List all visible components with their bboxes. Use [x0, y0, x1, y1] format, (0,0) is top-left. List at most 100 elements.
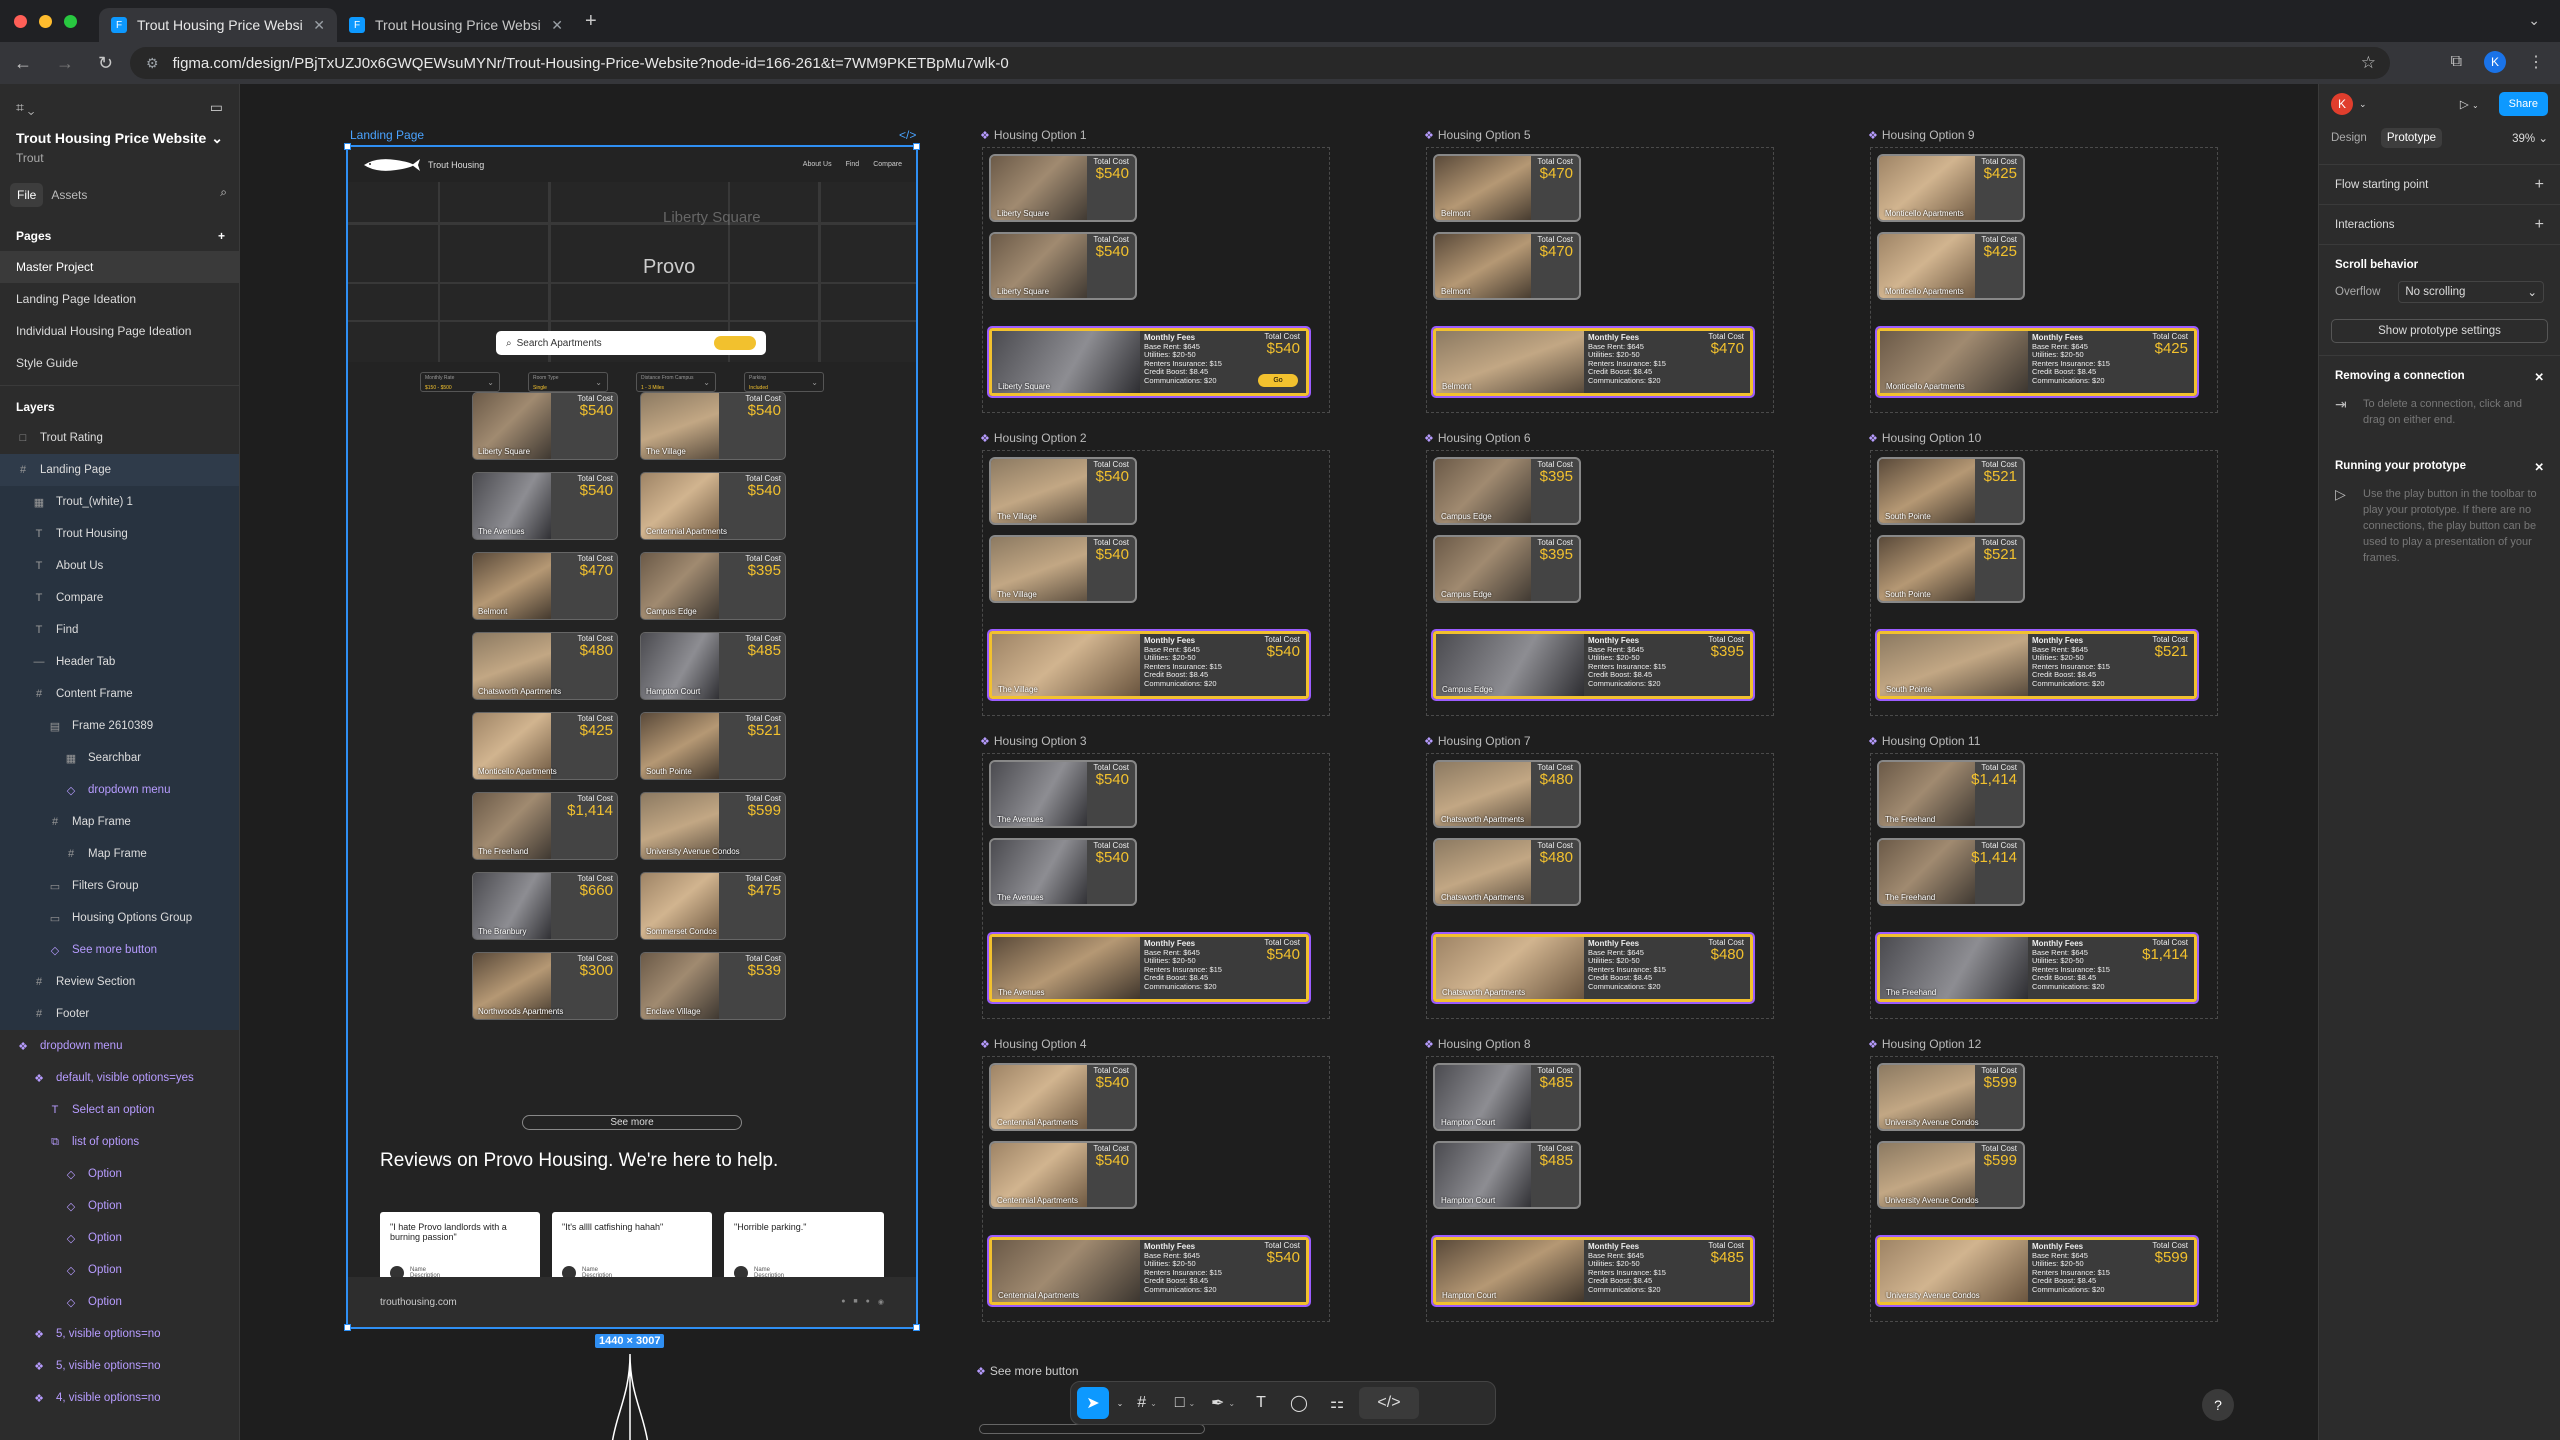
panel-toggle-icon[interactable]: ▭ [210, 99, 223, 116]
housing-option-frame[interactable]: Total Cost $599 University Avenue Condos To… [1870, 1056, 2218, 1322]
listing-card[interactable]: Total Cost $395 Campus Edge [640, 552, 786, 620]
card-expanded-state[interactable]: Monthly Fees Base Rent: $645 Utilities: $2… [1431, 1235, 1755, 1307]
project-name[interactable]: Trout [0, 147, 239, 165]
see-more-button[interactable]: See more [522, 1115, 742, 1130]
layer-item[interactable]: ▤ Frame 2610389 [0, 710, 239, 742]
bookmark-star-icon[interactable]: ☆ [2361, 53, 2376, 73]
actions-tool-button[interactable]: ⚏ [1321, 1387, 1353, 1419]
card-default-state[interactable]: Total Cost $540 Centennial Apartments [989, 1063, 1137, 1131]
listing-card[interactable]: Total Cost $540 Centennial Apartments [640, 472, 786, 540]
listing-card[interactable]: Total Cost $599 University Avenue Condos [640, 792, 786, 860]
card-hover-state[interactable]: Total Cost $425 Monticello Apartments [1877, 232, 2025, 300]
layer-item[interactable]: # Map Frame [0, 806, 239, 838]
listing-card[interactable]: Total Cost $660 The Branbury [472, 872, 618, 940]
housing-option-frame[interactable]: Total Cost $480 Chatsworth Apartments Total… [1426, 753, 1774, 1019]
layer-item[interactable]: ❖ 5, visible options=no [0, 1350, 239, 1382]
browser-tab-active[interactable]: F Trout Housing Price Website ✕ [99, 8, 337, 42]
card-default-state[interactable]: Total Cost $1,414 The Freehand [1877, 760, 2025, 828]
code-icon[interactable]: </> [899, 128, 916, 142]
add-interaction-icon[interactable]: + [2535, 216, 2544, 234]
close-tab-icon[interactable]: ✕ [313, 17, 325, 34]
page-item[interactable]: Individual Housing Page Ideation [0, 315, 239, 347]
card-default-state[interactable]: Total Cost $480 Chatsworth Apartments [1433, 760, 1581, 828]
card-expanded-state[interactable]: Monthly Fees Base Rent: $645 Utilities: $2… [1431, 326, 1755, 398]
extensions-icon[interactable]: ⧉ [2451, 53, 2462, 71]
card-hover-state[interactable]: Total Cost $540 The Avenues [989, 838, 1137, 906]
card-default-state[interactable]: Total Cost $540 The Avenues [989, 760, 1137, 828]
card-hover-state[interactable]: Total Cost $1,414 The Freehand [1877, 838, 2025, 906]
layer-item[interactable]: ⧉ list of options [0, 1126, 239, 1158]
layer-item[interactable]: # Landing Page [0, 454, 239, 486]
listing-card[interactable]: Total Cost $475 Sommerset Condos [640, 872, 786, 940]
social-icon[interactable]: ● [866, 1298, 870, 1306]
layer-item[interactable]: # Footer [0, 998, 239, 1030]
add-flow-icon[interactable]: + [2535, 176, 2544, 194]
filter-dropdown[interactable]: Parking Included ⌄ [744, 372, 824, 392]
comment-tool-button[interactable]: ◯ [1283, 1387, 1315, 1419]
tab-prototype[interactable]: Prototype [2380, 128, 2443, 148]
close-icon[interactable]: ✕ [2534, 460, 2544, 474]
nav-find[interactable]: Find [846, 161, 860, 168]
listing-card[interactable]: Total Cost $540 Liberty Square [472, 392, 618, 460]
shape-tool-button[interactable]: □ ⌄ [1169, 1387, 1201, 1419]
share-button[interactable]: Share [2498, 92, 2548, 116]
housing-option-frame[interactable]: Total Cost $540 The Avenues Total Cost $540 T… [982, 753, 1330, 1019]
zoom-level[interactable]: 39% ⌄ [2512, 131, 2548, 145]
card-expanded-state[interactable]: Monthly Fees Base Rent: $645 Utilities: $2… [987, 326, 1311, 398]
tab-assets[interactable]: Assets [51, 188, 87, 202]
filter-dropdown[interactable]: Distance From Campus 1 - 3 Miles ⌄ [636, 372, 716, 392]
housing-option-frame[interactable]: Total Cost $540 Liberty Square Total Cost $5… [982, 147, 1330, 413]
see-more-frame-label[interactable]: ❖ See more button [976, 1364, 1079, 1378]
landing-frame-label[interactable]: Landing Page [350, 128, 424, 142]
page-item[interactable]: Style Guide [0, 347, 239, 379]
card-expanded-state[interactable]: Monthly Fees Base Rent: $645 Utilities: $2… [1875, 932, 2199, 1004]
add-page-icon[interactable]: + [218, 229, 225, 243]
play-icon[interactable]: ▷ ⌄ [2460, 97, 2479, 111]
housing-option-label[interactable]: ❖ Housing Option 2 [980, 431, 1087, 445]
layer-item[interactable]: ◇ Option [0, 1222, 239, 1254]
page-item[interactable]: Master Project [0, 251, 239, 283]
layer-item[interactable]: □ Trout Rating [0, 422, 239, 454]
close-icon[interactable]: ✕ [2534, 370, 2544, 384]
layer-item[interactable]: ◇ Option [0, 1190, 239, 1222]
card-hover-state[interactable]: Total Cost $480 Chatsworth Apartments [1433, 838, 1581, 906]
close-window-button[interactable] [14, 14, 27, 28]
housing-option-frame[interactable]: Total Cost $485 Hampton Court Total Cost $48… [1426, 1056, 1774, 1322]
help-button[interactable]: ? [2202, 1389, 2234, 1421]
housing-option-label[interactable]: ❖ Housing Option 11 [1868, 734, 1980, 748]
filter-dropdown[interactable]: Room Type Single ⌄ [528, 372, 608, 392]
nav-compare[interactable]: Compare [873, 161, 902, 168]
search-icon[interactable]: ⌕ [220, 185, 227, 200]
url-field[interactable]: ⚙ figma.com/design/PBjTxUZJ0x6GWQEWsuMYN… [130, 47, 2390, 79]
listing-card[interactable]: Total Cost $300 Northwoods Apartments [472, 952, 618, 1020]
dev-mode-toggle[interactable]: </> [1359, 1387, 1419, 1419]
card-expanded-state[interactable]: Monthly Fees Base Rent: $645 Utilities: $2… [1431, 629, 1755, 701]
listing-card[interactable]: Total Cost $425 Monticello Apartments [472, 712, 618, 780]
listing-card[interactable]: Total Cost $540 The Avenues [472, 472, 618, 540]
page-item[interactable]: Landing Page Ideation [0, 283, 239, 315]
landing-page-frame[interactable]: Trout Housing About Us Find Compare Libe… [346, 145, 918, 1329]
see-more-component-frame[interactable] [979, 1424, 1205, 1434]
housing-option-label[interactable]: ❖ Housing Option 3 [980, 734, 1087, 748]
move-tool-menu-chevron-icon[interactable]: ⌄ [1115, 1387, 1125, 1419]
frame-tool-button[interactable]: # ⌄ [1131, 1387, 1163, 1419]
figma-menu-icon[interactable]: ⌗ ⌄ [16, 99, 34, 116]
housing-option-frame[interactable]: Total Cost $470 Belmont Total Cost $470 Belmo… [1426, 147, 1774, 413]
layer-item[interactable]: # Content Frame [0, 678, 239, 710]
card-default-state[interactable]: Total Cost $521 South Pointe [1877, 457, 2025, 525]
resize-handle[interactable] [344, 1324, 351, 1331]
layer-item[interactable]: ◇ Option [0, 1254, 239, 1286]
layer-item[interactable]: T Select an option [0, 1094, 239, 1126]
layer-item[interactable]: ◇ See more button [0, 934, 239, 966]
layer-item[interactable]: ❖ default, visible options=yes [0, 1062, 239, 1094]
card-default-state[interactable]: Total Cost $470 Belmont [1433, 154, 1581, 222]
housing-option-frame[interactable]: Total Cost $395 Campus Edge Total Cost $395 C… [1426, 450, 1774, 716]
footer-url[interactable]: trouthousing.com [380, 1297, 457, 1308]
layer-item[interactable]: ▦ Searchbar [0, 742, 239, 774]
listing-card[interactable]: Total Cost $539 Enclave Village [640, 952, 786, 1020]
zoom-window-button[interactable] [64, 14, 77, 28]
housing-option-label[interactable]: ❖ Housing Option 7 [1424, 734, 1531, 748]
card-hover-state[interactable]: Total Cost $521 South Pointe [1877, 535, 2025, 603]
filter-dropdown[interactable]: Monthly Rate $150 - $500 ⌄ [420, 372, 500, 392]
card-default-state[interactable]: Total Cost $599 University Avenue Condos [1877, 1063, 2025, 1131]
